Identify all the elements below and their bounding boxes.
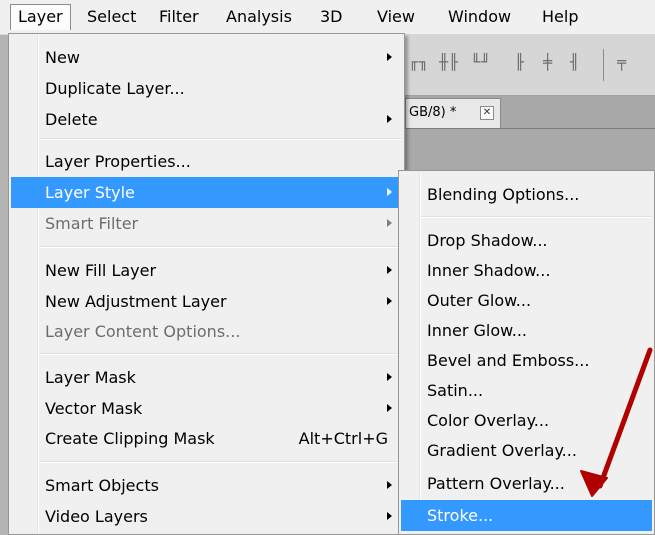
annotation-arrow-icon — [580, 347, 653, 497]
